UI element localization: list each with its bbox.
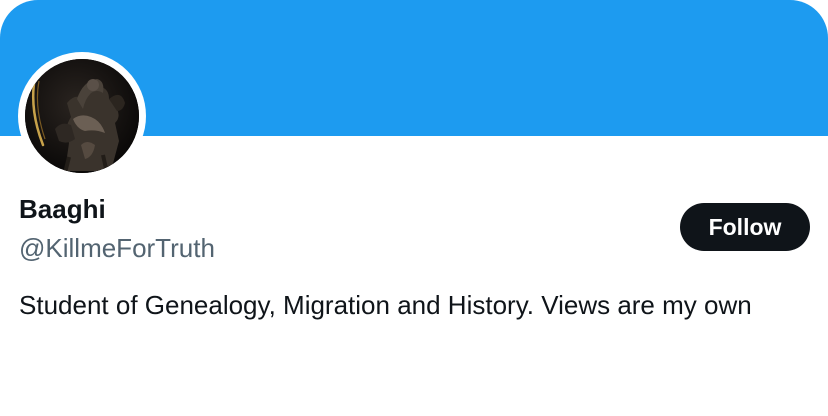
avatar-image	[25, 59, 139, 173]
profile-bio: Student of Genealogy, Migration and Hist…	[19, 290, 752, 320]
user-handle: @KillmeForTruth	[19, 233, 215, 263]
follow-button[interactable]: Follow	[680, 203, 810, 251]
display-name: Baaghi	[19, 194, 106, 224]
profile-card: Baaghi @KillmeForTruth Follow Student of…	[0, 0, 828, 416]
avatar[interactable]	[18, 52, 146, 180]
avatar-illustration	[25, 59, 139, 173]
